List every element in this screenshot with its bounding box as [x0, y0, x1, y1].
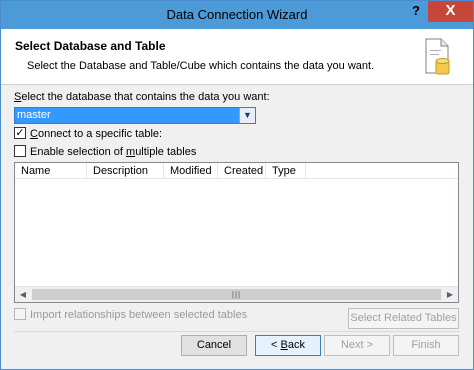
column-header-description[interactable]: Description: [87, 163, 164, 179]
dialog-window: Data Connection Wizard ? X Select Databa…: [0, 0, 474, 370]
help-button[interactable]: ?: [404, 1, 428, 22]
wizard-header: Select Database and Table Select the Dat…: [1, 29, 473, 85]
multiple-tables-checkbox[interactable]: [14, 145, 26, 158]
select-related-tables-button[interactable]: Select Related Tables: [348, 308, 459, 329]
multiple-tables-option[interactable]: Enable selection of multiple tables: [14, 145, 196, 161]
column-header-created[interactable]: Created: [218, 163, 266, 179]
window-title: Data Connection Wizard: [166, 7, 308, 22]
back-button-prefix: <: [271, 339, 281, 351]
tables-list[interactable]: Name Description Modified Created Type ◀…: [14, 162, 459, 303]
grip-icon: |||: [231, 290, 242, 299]
horizontal-scrollbar[interactable]: ◀ ||| ▶: [15, 286, 458, 302]
multiple-tables-label-text: ultiple tables: [135, 146, 197, 159]
scroll-left-icon[interactable]: ◀: [15, 287, 31, 302]
column-header-type[interactable]: Type: [266, 163, 306, 179]
next-button[interactable]: Next >: [324, 335, 390, 356]
column-header-name[interactable]: Name: [15, 163, 87, 179]
back-button-text: ack: [287, 339, 305, 351]
database-document-icon: [425, 38, 450, 75]
scrollbar-thumb[interactable]: |||: [32, 289, 441, 300]
connect-specific-table-option[interactable]: ✓ Connect to a specific table:: [14, 127, 162, 143]
database-select-value: master: [17, 109, 51, 121]
page-title: Select Database and Table: [15, 39, 166, 53]
connect-specific-table-checkbox[interactable]: ✓: [14, 127, 26, 140]
import-relationships-option[interactable]: Import relationships between selected ta…: [14, 308, 248, 324]
database-label-text: elect the database that contains the dat…: [21, 91, 270, 103]
back-button-accel: B: [280, 339, 288, 351]
close-icon: X: [445, 2, 456, 19]
close-button[interactable]: X: [428, 1, 473, 22]
multiple-tables-label-prefix: Enable selection of: [30, 146, 127, 159]
import-relationships-checkbox[interactable]: [14, 308, 26, 321]
column-header-modified[interactable]: Modified: [164, 163, 218, 179]
scroll-right-icon[interactable]: ▶: [442, 287, 458, 302]
page-description: Select the Database and Table/Cube which…: [27, 60, 375, 72]
database-select[interactable]: master ▼: [14, 107, 256, 124]
database-label: Select the database that contains the da…: [14, 91, 270, 103]
back-button[interactable]: < Back: [255, 335, 321, 356]
multiple-tables-label: Enable selection of multiple tables: [30, 146, 196, 158]
cancel-button[interactable]: Cancel: [181, 335, 247, 356]
chevron-down-icon[interactable]: ▼: [239, 108, 255, 123]
footer-separator: [14, 331, 460, 332]
multiple-tables-label-accel: m: [126, 146, 136, 159]
connect-specific-table-label-text: onnect to a specific table:: [37, 128, 163, 141]
import-relationships-label: Import relationships between selected ta…: [30, 309, 248, 322]
tables-list-header: Name Description Modified Created Type: [15, 163, 458, 179]
connect-specific-table-label-accel: C: [30, 128, 38, 141]
connect-specific-table-label: Connect to a specific table:: [30, 128, 162, 140]
finish-button[interactable]: Finish: [393, 335, 459, 356]
title-bar[interactable]: Data Connection Wizard ? X: [1, 1, 473, 29]
